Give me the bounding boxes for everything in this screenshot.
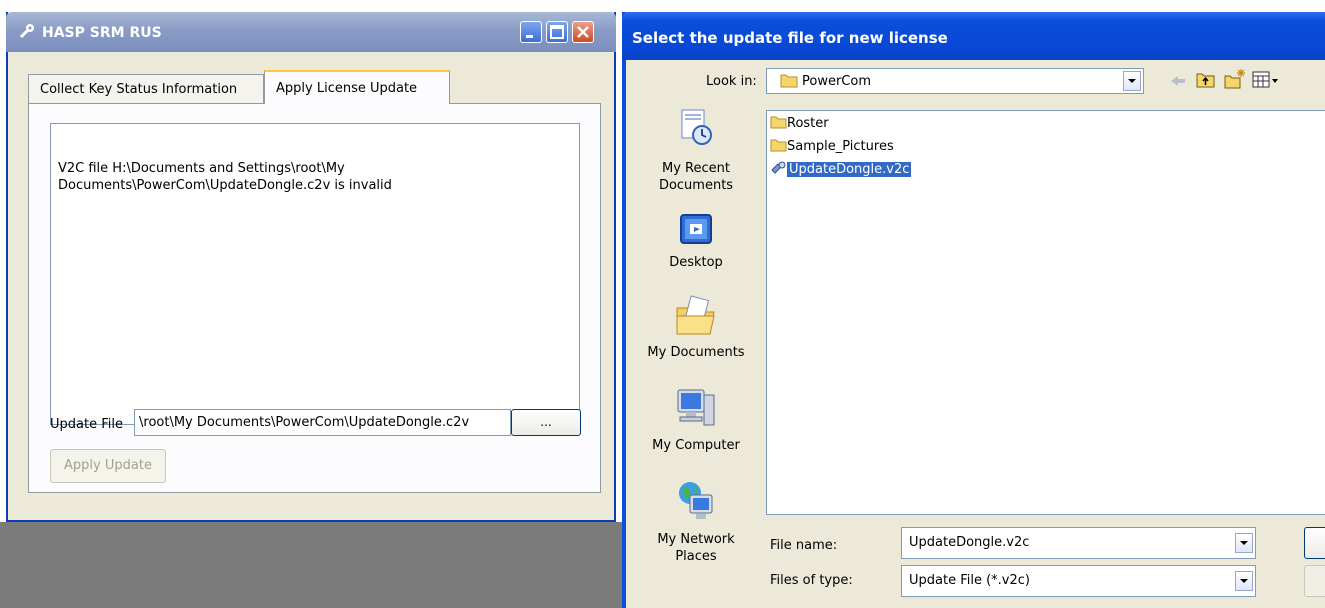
places-bar: My Recent Documents Desktop My Documents… [634,97,758,608]
browse-button[interactable]: ... [511,409,581,436]
dialog-title: Select the update file for new license [632,29,948,47]
file-name: Roster [787,116,829,131]
tab-apply-license-update[interactable]: Apply License Update [264,70,450,104]
folder-icon [770,139,787,152]
chevron-down-icon [1240,541,1248,545]
chevron-down-icon [1240,579,1248,583]
maximize-icon [550,25,564,39]
update-file-input[interactable]: \root\My Documents\PowerCom\UpdateDongle… [134,409,511,436]
folder-icon [780,74,798,88]
file-name-dropdown-arrow[interactable] [1235,533,1253,553]
back-arrow-icon[interactable] [1168,72,1188,90]
my-documents-icon [676,295,715,335]
place-label: Desktop [669,255,723,270]
close-button[interactable] [572,21,594,43]
up-folder-icon[interactable] [1196,70,1216,90]
file-name: Sample_Pictures [787,139,894,154]
list-item-updatedongle-v2c[interactable]: UpdateDongle.v2c [770,161,912,179]
recent-documents-icon [681,109,712,145]
look-in-label: Look in: [706,74,757,89]
cancel-button[interactable] [1304,565,1325,597]
file-name: UpdateDongle.v2c [787,162,912,177]
list-item-roster[interactable]: Roster [770,115,829,133]
update-file-label: Update File [50,417,123,432]
maximize-button[interactable] [546,21,568,43]
chevron-down-icon [1128,79,1136,83]
list-item-sample-pictures[interactable]: Sample_Pictures [770,138,894,156]
open-button[interactable] [1304,527,1325,559]
minimize-button[interactable] [520,21,542,43]
rus-window-title: HASP SRM RUS [42,25,162,41]
place-label: My Network Places [657,532,735,564]
desktop-icon [680,214,712,244]
my-computer-icon [677,389,715,426]
tab-collect-key-status[interactable]: Collect Key Status Information [28,74,264,103]
place-label: My Computer [652,438,740,453]
folder-icon [770,116,787,129]
file-list[interactable]: Roster Sample_Pictures UpdateDongle.v2c [766,110,1325,515]
network-places-icon [679,482,713,519]
view-menu-icon[interactable] [1252,70,1280,90]
file-type-value: Update File (*.v2c) [909,573,1030,588]
place-label: My Recent Documents [658,161,734,193]
look-in-dropdown-arrow[interactable] [1123,71,1141,91]
file-type-dropdown-arrow[interactable] [1235,571,1253,591]
minimize-icon [526,35,533,38]
v2c-file-icon [771,161,786,174]
desktop-background [0,522,622,608]
hasp-key-icon [19,24,34,39]
place-label: My Documents [647,345,745,360]
status-message-text: V2C file H:\Documents and Settings\root\… [58,161,392,193]
apply-update-button[interactable]: Apply Update [50,449,166,483]
close-icon [577,26,589,38]
look-in-value: PowerCom [802,74,871,89]
file-name-value: UpdateDongle.v2c [909,535,1030,550]
file-name-label: File name: [770,538,838,553]
new-folder-icon[interactable] [1224,68,1246,90]
file-type-label: Files of type: [770,573,853,588]
